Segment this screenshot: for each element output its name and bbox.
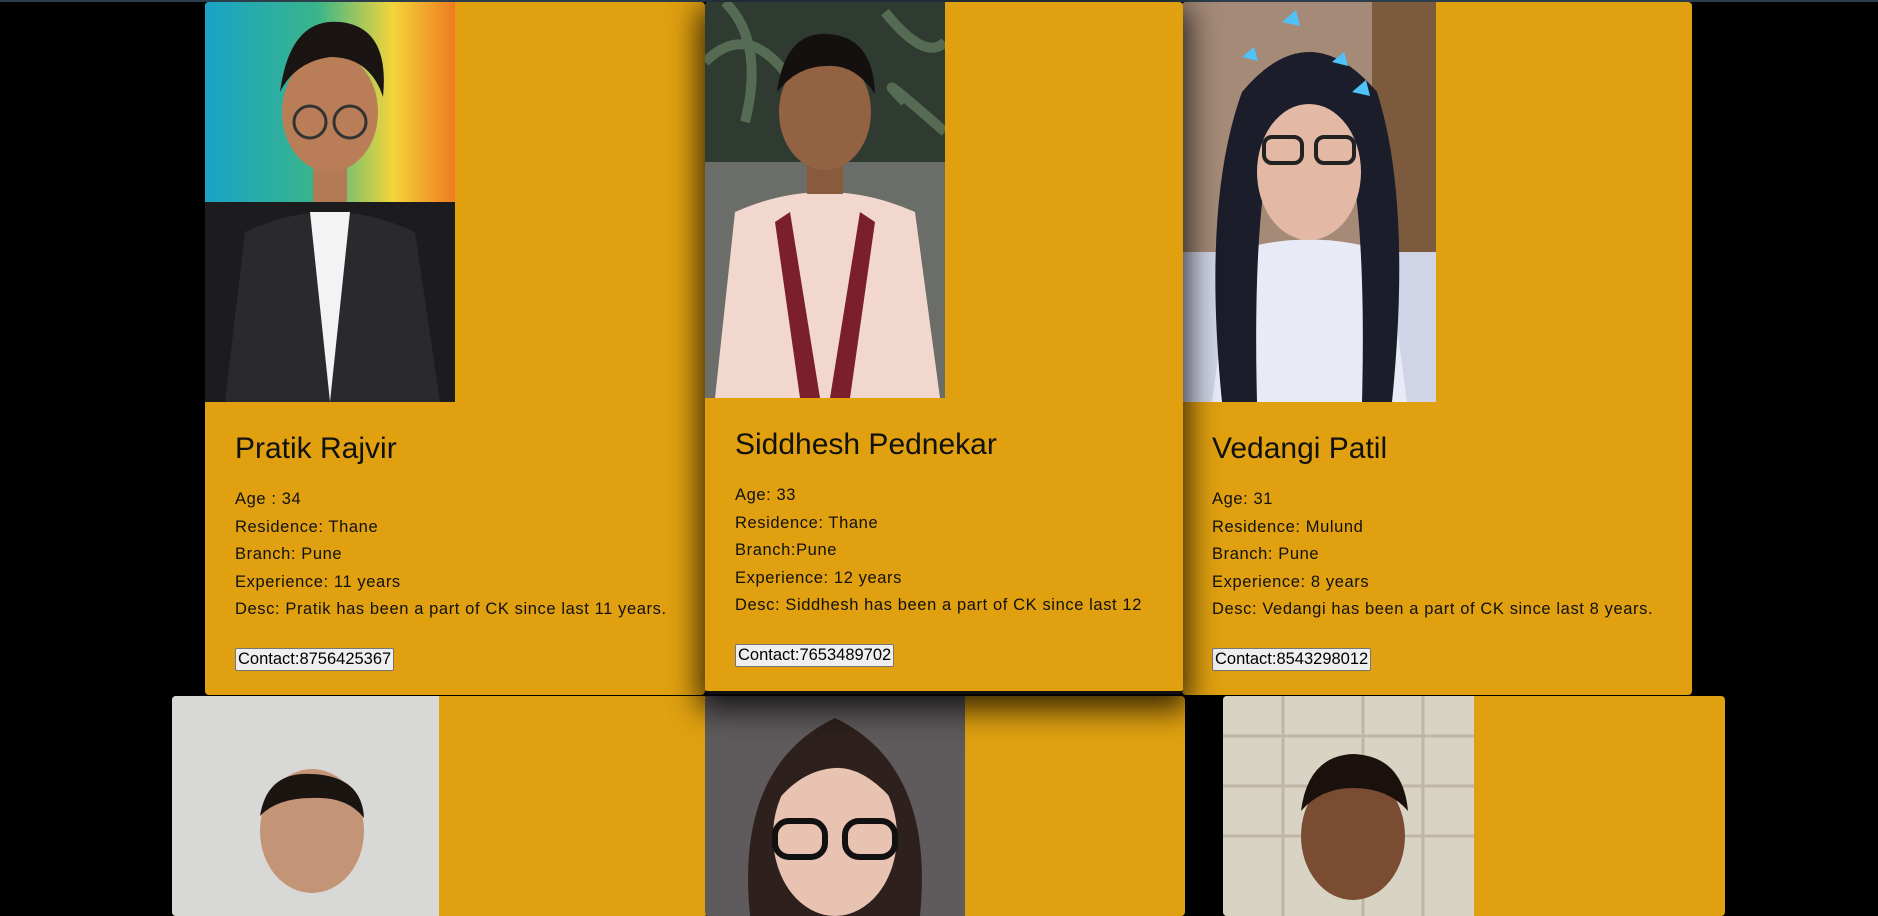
member-experience: Experience: 8 years <box>1212 572 1370 591</box>
profile-photo <box>705 696 965 916</box>
member-desc: Desc: Vedangi has been a part of CK sinc… <box>1212 600 1654 618</box>
member-experience: Experience: 11 years <box>235 572 401 591</box>
member-name: Pratik Rajvir <box>235 432 397 465</box>
member-card-row2-1 <box>172 696 708 916</box>
profile-photo <box>705 2 945 398</box>
member-desc: Desc: Siddhesh has been a part of CK sin… <box>735 596 1142 614</box>
member-card-row2-2 <box>705 696 1185 916</box>
member-branch: Branch: Pune <box>1212 545 1320 563</box>
member-info: Siddhesh Pednekar Age: 33 Residence: Tha… <box>735 428 1142 667</box>
member-age: Age : 34 <box>235 490 302 508</box>
contact-button[interactable]: Contact:8756425367 <box>235 647 395 671</box>
member-name: Vedangi Patil <box>1212 432 1388 465</box>
member-age: Age: 33 <box>735 486 797 504</box>
member-branch: Branch: Pune <box>235 545 343 563</box>
member-desc: Desc: Pratik has been a part of CK since… <box>235 600 667 618</box>
member-card-row2-3 <box>1223 696 1725 916</box>
member-card-siddhesh: Siddhesh Pednekar Age: 33 Residence: Tha… <box>705 2 1183 694</box>
member-residence: Residence: Thane <box>735 513 879 532</box>
member-residence: Residence: Thane <box>235 517 379 536</box>
member-card-vedangi: Vedangi Patil Age: 31 Residence: Mulund … <box>1182 2 1692 695</box>
member-age: Age: 31 <box>1212 490 1274 508</box>
profile-photo <box>1223 696 1474 916</box>
member-name: Siddhesh Pednekar <box>735 428 997 461</box>
member-info: Pratik Rajvir Age : 34 Residence: Thane … <box>235 432 667 671</box>
member-info: Vedangi Patil Age: 31 Residence: Mulund … <box>1212 432 1653 671</box>
member-residence: Residence: Mulund <box>1212 517 1364 536</box>
member-branch: Branch:Pune <box>735 541 837 559</box>
profile-photo <box>172 696 439 916</box>
profile-photo <box>205 2 455 402</box>
member-experience: Experience: 12 years <box>735 568 903 587</box>
contact-button[interactable]: Contact:7653489702 <box>735 643 895 667</box>
member-card-pratik: Pratik Rajvir Age : 34 Residence: Thane … <box>205 2 705 695</box>
profile-photo <box>1182 2 1436 402</box>
contact-button[interactable]: Contact:8543298012 <box>1212 647 1372 671</box>
